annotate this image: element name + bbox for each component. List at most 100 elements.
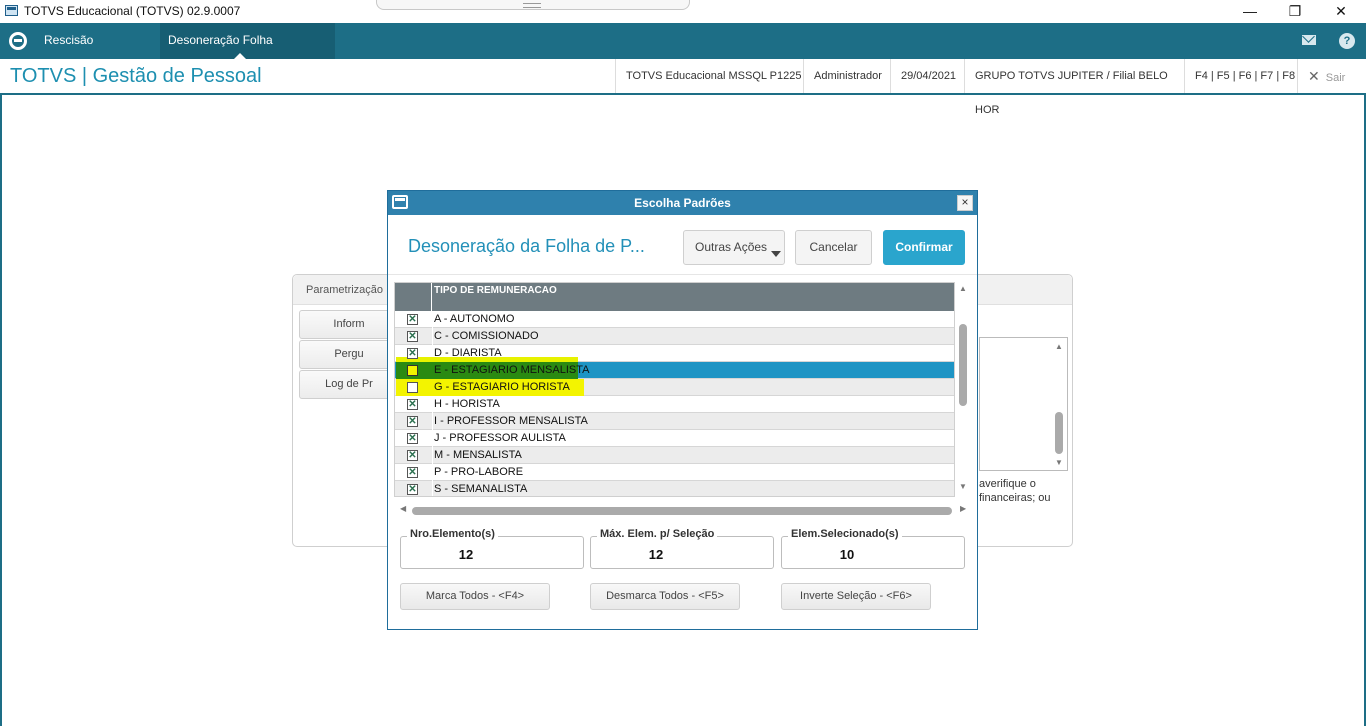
window-title: TOTVS Educacional (TOTVS) 02.9.0007: [24, 4, 241, 18]
dialog-title-bar[interactable]: Escolha Padrões ×: [388, 191, 977, 215]
unmark-all-button[interactable]: Desmarca Todos - <F5>: [590, 583, 740, 610]
tab-parametrizacao[interactable]: Parametrização: [306, 284, 383, 296]
tab-desoneracao-folha[interactable]: Desoneração Folha [02.9.0007]×: [160, 23, 335, 81]
grid-horizontal-scrollbar[interactable]: ◀ ▶: [394, 504, 971, 518]
choose-patterns-dialog: Escolha Padrões × Desoneração da Folha d…: [387, 190, 978, 630]
shortcut-keys[interactable]: F4 | F5 | F6 | F7 | F8: [1184, 59, 1297, 93]
row-label: S - SEMANALISTA: [434, 483, 528, 495]
row-checkbox[interactable]: ✕: [407, 467, 418, 478]
scroll-up-icon[interactable]: ▲: [959, 284, 967, 293]
window-title-bar: TOTVS Educacional (TOTVS) 02.9.0007 — ❐ …: [0, 0, 1366, 23]
scroll-down-icon[interactable]: ▼: [1055, 458, 1063, 467]
row-label: M - MENSALISTA: [434, 449, 522, 461]
mail-icon[interactable]: [1302, 35, 1316, 45]
row-label: D - DIARISTA: [434, 347, 502, 359]
scroll-right-icon[interactable]: ▶: [960, 504, 966, 513]
tab-rescisao[interactable]: Rescisão [02.9.0007]×: [36, 23, 160, 81]
scroll-thumb[interactable]: [959, 324, 967, 406]
row-checkbox[interactable]: ✕: [407, 314, 418, 325]
dialog-heading: Desoneração da Folha de P...: [408, 236, 645, 256]
max-selection-field: Máx. Elem. p/ Seleção 12: [590, 528, 774, 569]
cancel-button[interactable]: Cancelar: [795, 230, 872, 265]
checkbox-column-header[interactable]: [395, 283, 432, 311]
column-header-tipo[interactable]: TIPO DE REMUNERACAO: [434, 285, 557, 296]
row-checkbox[interactable]: ✕: [407, 348, 418, 359]
scroll-thumb[interactable]: [1055, 412, 1063, 454]
row-label: E - ESTAGIARIO MENSALISTA: [434, 364, 590, 376]
counter-value: 10: [839, 547, 855, 562]
table-row[interactable]: ✕ S - SEMANALISTA: [395, 481, 954, 496]
table-row[interactable]: ✕ P - PRO-LABORE: [395, 464, 954, 481]
row-checkbox[interactable]: [407, 365, 418, 376]
scroll-down-icon[interactable]: ▼: [959, 482, 967, 491]
remuneration-type-grid[interactable]: TIPO DE REMUNERACAO ✕ A - AUTONOMO ✕ C -…: [394, 282, 955, 497]
table-row[interactable]: ✕ H - HORISTA: [395, 396, 954, 413]
row-checkbox[interactable]: ✕: [407, 416, 418, 427]
counter-label: Nro.Elemento(s): [407, 528, 498, 540]
user-info: Administrador: [803, 59, 890, 93]
restore-button[interactable]: ❐: [1272, 0, 1318, 23]
close-window-button[interactable]: ✕: [1318, 0, 1364, 23]
help-icon[interactable]: ?: [1339, 33, 1355, 49]
company-info[interactable]: GRUPO TOTVS JUPITER / Filial BELO HOR: [964, 59, 1184, 116]
close-icon: ✕: [1308, 68, 1320, 84]
row-label: H - HORISTA: [434, 398, 500, 410]
grid-vertical-scrollbar[interactable]: ▲ ▼: [955, 282, 971, 497]
selected-count-field: Elem.Selecionado(s) 10: [781, 528, 965, 569]
app-window-icon: [5, 5, 18, 16]
row-label: C - COMISSIONADO: [434, 330, 539, 342]
table-row[interactable]: ✕ M - MENSALISTA: [395, 447, 954, 464]
scroll-left-icon[interactable]: ◀: [400, 504, 406, 513]
row-checkbox[interactable]: ✕: [407, 331, 418, 342]
scroll-up-icon[interactable]: ▲: [1055, 342, 1063, 351]
log-button[interactable]: Log de Pr: [299, 370, 399, 399]
grid-header: TIPO DE REMUNERACAO: [395, 283, 954, 311]
table-row[interactable]: ✕ A - AUTONOMO: [395, 311, 954, 328]
row-label: I - PROFESSOR MENSALISTA: [434, 415, 588, 427]
perguntas-button[interactable]: Pergu: [299, 340, 399, 369]
totvs-logo-icon[interactable]: [9, 32, 27, 50]
confirm-button[interactable]: Confirmar: [883, 230, 965, 265]
row-label: J - PROFESSOR AULISTA: [434, 432, 566, 444]
app-header: TOTVS | Gestão de Pessoal TOTVS Educacio…: [0, 59, 1366, 116]
table-row[interactable]: G - ESTAGIARIO HORISTA: [395, 379, 954, 396]
page-title: TOTVS | Gestão de Pessoal: [10, 65, 262, 87]
frame-border-left: [0, 95, 2, 726]
counter-label: Máx. Elem. p/ Seleção: [597, 528, 718, 540]
row-checkbox[interactable]: ✕: [407, 450, 418, 461]
table-row[interactable]: ✕ I - PROFESSOR MENSALISTA: [395, 413, 954, 430]
counter-label: Elem.Selecionado(s): [788, 528, 902, 540]
scroll-thumb[interactable]: [412, 507, 952, 515]
environment-info: TOTVS Educacional MSSQL P1225: [615, 59, 803, 93]
exit-label: Sair: [1325, 72, 1346, 84]
counter-value: 12: [648, 547, 664, 562]
scrollbar[interactable]: ▲ ▼: [1053, 340, 1065, 468]
counter-value: 12: [458, 547, 474, 562]
dialog-close-button[interactable]: ×: [957, 195, 973, 211]
row-checkbox[interactable]: ✕: [407, 399, 418, 410]
exit-button[interactable]: ✕ Sair: [1297, 59, 1357, 93]
other-actions-button[interactable]: Outras Ações: [683, 230, 785, 265]
note-line: financeiras; ou: [979, 492, 1051, 504]
row-checkbox[interactable]: ✕: [407, 484, 418, 495]
table-row[interactable]: ✕ D - DIARISTA: [395, 345, 954, 362]
background-text-area[interactable]: ▲ ▼: [979, 337, 1068, 471]
informacoes-button[interactable]: Inform: [299, 310, 399, 339]
mark-all-button[interactable]: Marca Todos - <F4>: [400, 583, 550, 610]
minimize-button[interactable]: —: [1227, 0, 1273, 23]
table-row-selected[interactable]: E - ESTAGIARIO MENSALISTA: [395, 362, 954, 379]
tab-bar: Rescisão [02.9.0007]× Desoneração Folha …: [0, 23, 1366, 81]
dialog-window-icon: [392, 195, 408, 209]
row-label: G - ESTAGIARIO HORISTA: [434, 381, 570, 393]
dialog-header: Desoneração da Folha de P... Outras Açõe…: [388, 215, 977, 275]
table-row[interactable]: ✕ C - COMISSIONADO: [395, 328, 954, 345]
background-note: averifique o financeiras; ou: [979, 477, 1051, 505]
date-info: 29/04/2021: [890, 59, 964, 93]
element-count-field: Nro.Elemento(s) 12: [400, 528, 584, 569]
row-checkbox[interactable]: [407, 382, 418, 393]
invert-selection-button[interactable]: Inverte Seleção - <F6>: [781, 583, 931, 610]
grip-lines-icon: [523, 3, 541, 8]
row-checkbox[interactable]: ✕: [407, 433, 418, 444]
row-label: P - PRO-LABORE: [434, 466, 524, 478]
table-row[interactable]: ✕ J - PROFESSOR AULISTA: [395, 430, 954, 447]
